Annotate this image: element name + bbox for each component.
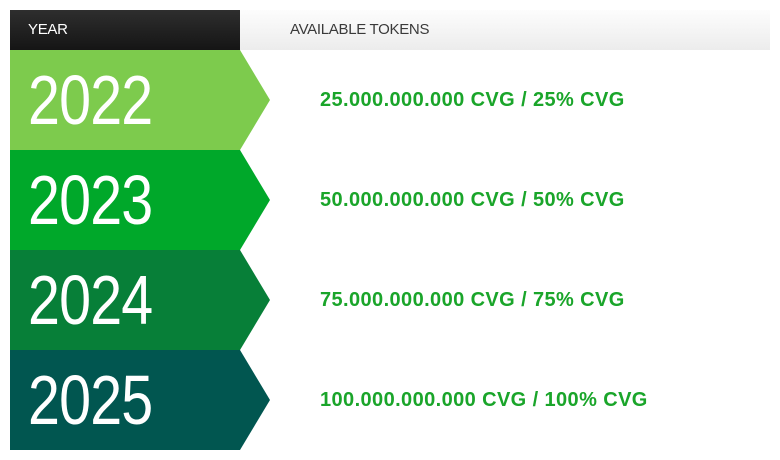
year-label: 2025 — [28, 361, 153, 439]
year-column-header: YEAR — [10, 10, 240, 50]
table-row: 2025 100.000.000.000 CVG / 100% CVG — [10, 350, 770, 450]
available-tokens-value: 75.000.000.000 CVG / 75% CVG — [320, 289, 625, 311]
available-tokens-value: 50.000.000.000 CVG / 50% CVG — [320, 189, 625, 211]
year-arrow-cell: 2023 — [10, 150, 270, 250]
table-row: 2022 25.000.000.000 CVG / 25% CVG — [10, 50, 770, 150]
table-row: 2024 75.000.000.000 CVG / 75% CVG — [10, 250, 770, 350]
year-arrow-cell: 2024 — [10, 250, 270, 350]
table-row: 2023 50.000.000.000 CVG / 50% CVG — [10, 150, 770, 250]
year-arrow-cell: 2025 — [10, 350, 270, 450]
year-label: 2022 — [28, 61, 153, 139]
year-label: 2023 — [28, 161, 153, 239]
token-schedule-table: YEAR AVAILABLE TOKENS 2022 25.000.000.00… — [10, 10, 770, 450]
available-tokens-value: 25.000.000.000 CVG / 25% CVG — [320, 89, 625, 111]
table-header: YEAR AVAILABLE TOKENS — [10, 10, 770, 50]
year-arrow-cell: 2022 — [10, 50, 270, 150]
year-label: 2024 — [28, 261, 153, 339]
tokens-column-header: AVAILABLE TOKENS — [240, 10, 770, 50]
available-tokens-value: 100.000.000.000 CVG / 100% CVG — [320, 389, 648, 411]
